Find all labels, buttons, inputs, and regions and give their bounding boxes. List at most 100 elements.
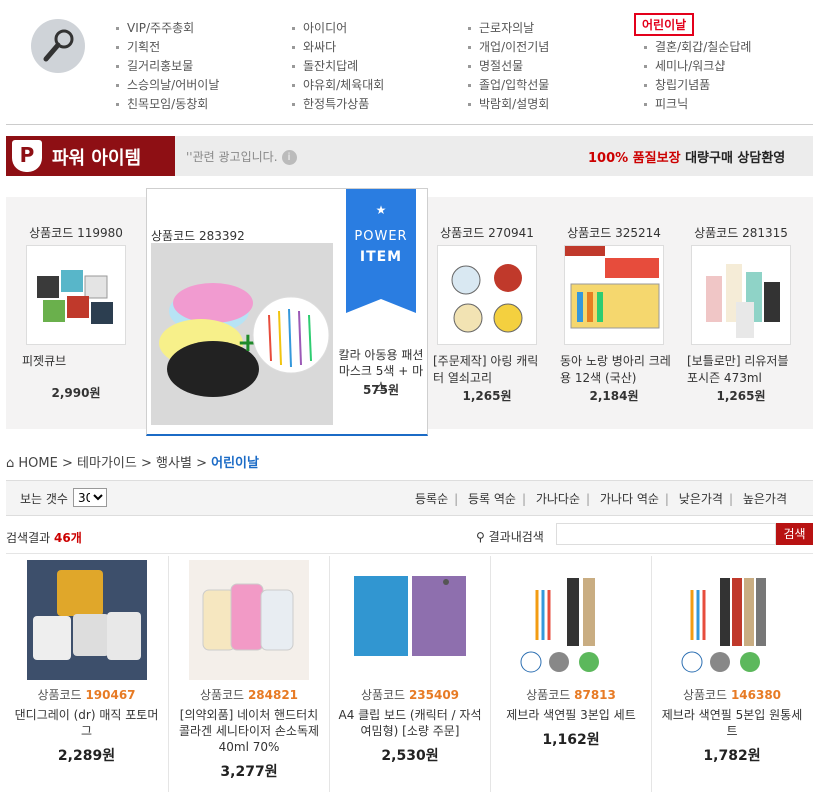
product-image[interactable] [511, 560, 631, 680]
product-card[interactable]: 상품코드 146380 제브라 색연필 5본입 원통세트 1,782원 [651, 556, 812, 792]
refine-search-label: ⚲ 결과내검색 [476, 530, 544, 544]
featured-power-item[interactable]: 상품코드 283392 + 칼라 아동용 패션 마스크 5색 + 마스 575원… [146, 188, 428, 436]
product-image[interactable]: + [151, 243, 333, 425]
breadcrumb-event[interactable]: 행사별 [156, 456, 192, 471]
product-price: 3,277원 [220, 764, 278, 780]
breadcrumb-theme-guide[interactable]: 테마가이드 [77, 456, 137, 471]
product-name[interactable]: 제브라 색연필 5본입 원통세트 [652, 707, 812, 739]
info-icon[interactable]: i [281, 150, 297, 165]
menu-item[interactable]: 창립기념품 [644, 76, 710, 93]
menu-item[interactable]: 아이디어 [292, 19, 347, 36]
sort-name[interactable]: 가나다순 [536, 492, 580, 506]
product-code: 상품코드 270941 [440, 226, 534, 240]
breadcrumb-home[interactable]: HOME [18, 456, 57, 471]
menu-item[interactable]: 돌잔치답례 [292, 57, 358, 74]
product-price: 1,162원 [542, 732, 600, 748]
banner-title: 파워 아이템 [52, 148, 142, 169]
menu-item[interactable]: 피크닉 [644, 95, 688, 112]
product-code: 상품코드 87813 [526, 688, 616, 702]
power-item-card[interactable]: 상품코드 325214 동아 노랑 병아리 크레용 12색 (국산) 2,184… [554, 224, 674, 404]
home-icon[interactable]: ⌂ [6, 456, 14, 471]
product-code: 상품코드 146380 [682, 688, 782, 702]
menu-item[interactable]: 결혼/회갑/칠순답례 [644, 38, 751, 55]
product-code: 상품코드 325214 [567, 226, 661, 240]
menu-item[interactable]: 개업/이전기념 [468, 38, 549, 55]
product-image[interactable] [26, 560, 147, 680]
divider [6, 553, 813, 554]
sort-price-low[interactable]: 낮은가격 [679, 492, 723, 506]
product-name[interactable]: [주문제작] 아링 캐릭터 열쇠고리 [427, 353, 547, 387]
product-card[interactable]: 상품코드 87813 제브라 색연필 3본입 세트 1,162원 [490, 556, 651, 792]
search-icon: ⚲ [476, 530, 485, 544]
sort-registered-desc[interactable]: 등록 역순 [468, 492, 516, 506]
product-price: 1,782원 [703, 748, 761, 764]
count-label: 보는 갯수 [20, 492, 68, 506]
product-name[interactable]: [의약외품] 네이처 핸드터치 콜라겐 세니타이저 손소독제 40ml 70% [169, 707, 329, 755]
product-price: 2,990원 [51, 386, 101, 400]
product-card[interactable]: 상품코드 284821 [의약외품] 네이처 핸드터치 콜라겐 세니타이저 손소… [168, 556, 329, 792]
breadcrumb-separator: > [141, 456, 152, 471]
product-price: 2,184원 [589, 389, 639, 403]
menu-item[interactable]: VIP/주주총회 [116, 19, 194, 36]
sort-registered[interactable]: 등록순 [415, 492, 448, 506]
sort-name-desc[interactable]: 가나다 역순 [600, 492, 659, 506]
product-name[interactable]: A4 클립 보드 (캐릭터 / 자석 여밈형) [소량 주문] [330, 707, 490, 739]
product-code: 상품코드 281315 [694, 226, 788, 240]
refine-search-input[interactable] [556, 523, 776, 545]
product-image[interactable] [26, 245, 126, 345]
product-code: 상품코드 119980 [29, 226, 123, 240]
product-image[interactable] [564, 245, 664, 345]
product-image[interactable] [189, 560, 309, 680]
breadcrumb-current: 어린이날 [211, 456, 259, 471]
menu-item[interactable]: 근로자의날 [468, 19, 534, 36]
ad-notice: ''관련 광고입니다. i [186, 148, 297, 165]
power-item-logo: P 파워 아이템 [6, 136, 175, 176]
menu-item-active[interactable]: 어린이날 [634, 13, 695, 36]
breadcrumb-separator: > [62, 456, 73, 471]
ribbon-text: ITEM [359, 249, 403, 265]
menu-item[interactable]: 한정특가상품 [292, 95, 369, 112]
menu-item[interactable]: 와싸다 [292, 38, 336, 55]
quality-message: 100% 품질보장 대량구매 상담환영 [588, 151, 786, 166]
product-name[interactable]: 제브라 색연필 3본입 세트 [491, 707, 651, 723]
menu-item[interactable]: 졸업/입학선물 [468, 76, 549, 93]
product-image[interactable] [437, 245, 537, 345]
breadcrumb-separator: > [196, 456, 207, 471]
power-item-card[interactable]: 상품코드 270941 [주문제작] 아링 캐릭터 열쇠고리 1,265원 [427, 224, 547, 404]
breadcrumb: ⌂ HOME > 테마가이드 > 행사별 > 어린이날 [6, 452, 259, 471]
search-button[interactable]: 검색 [776, 523, 813, 545]
divider [6, 124, 813, 125]
power-item-card[interactable]: 상품코드 119980 피젯큐브 2,990원 [16, 224, 136, 401]
product-name[interactable]: 댄디그레이 (dr) 매직 포토머그 [6, 707, 167, 739]
power-item-card[interactable]: 상품코드 281315 [보틀로만] 리유저블 포시즌 473ml 1,265원 [681, 224, 801, 404]
product-name[interactable]: [보틀로만] 리유저블 포시즌 473ml [681, 353, 801, 387]
product-code: 상품코드 235409 [360, 688, 460, 702]
product-image[interactable] [691, 245, 791, 345]
menu-item[interactable]: 명절선물 [468, 57, 523, 74]
menu-item[interactable]: 기획전 [116, 38, 160, 55]
product-card[interactable]: 상품코드 235409 A4 클립 보드 (캐릭터 / 자석 여밈형) [소량 … [329, 556, 490, 792]
product-name[interactable]: 피젯큐브 [16, 353, 136, 370]
shield-icon: P [12, 140, 42, 172]
product-name[interactable]: 동아 노랑 병아리 크레용 12색 (국산) [554, 353, 674, 387]
menu-item[interactable]: 야유회/체육대회 [292, 76, 384, 93]
product-price: 2,289원 [57, 748, 116, 764]
ribbon-text: POWER [354, 229, 408, 244]
result-count: 검색결과 46개 [6, 531, 82, 545]
product-image[interactable] [672, 560, 792, 680]
sort-options: 등록순 | 등록 역순 | 가나다순 | 가나다 역순 | 낮은가격 | 높은가격 [414, 492, 787, 506]
list-toolbar: 보는 갯수 30 등록순 | 등록 역순 | 가나다순 | 가나다 역순 | 낮은가격 |… [6, 480, 813, 516]
menu-item[interactable]: 박람회/설명회 [468, 95, 549, 112]
menu-item[interactable]: 친목모임/동창회 [116, 95, 208, 112]
power-item-ribbon: ★ POWER ITEM [346, 189, 416, 313]
sort-price-high[interactable]: 높은가격 [743, 492, 787, 506]
count-select[interactable]: 30 [73, 488, 107, 507]
menu-item[interactable]: 세미나/워크샵 [644, 57, 725, 74]
menu-item[interactable]: 길거리홍보물 [116, 57, 193, 74]
star-icon: ★ [375, 203, 387, 217]
product-price: 1,265원 [462, 389, 512, 403]
product-card[interactable]: 상품코드 190467 댄디그레이 (dr) 매직 포토머그 2,289원 [6, 556, 167, 792]
product-image[interactable] [350, 560, 470, 680]
product-code: 상품코드 284821 [199, 688, 299, 702]
menu-item[interactable]: 스승의날/어버이날 [116, 76, 219, 93]
